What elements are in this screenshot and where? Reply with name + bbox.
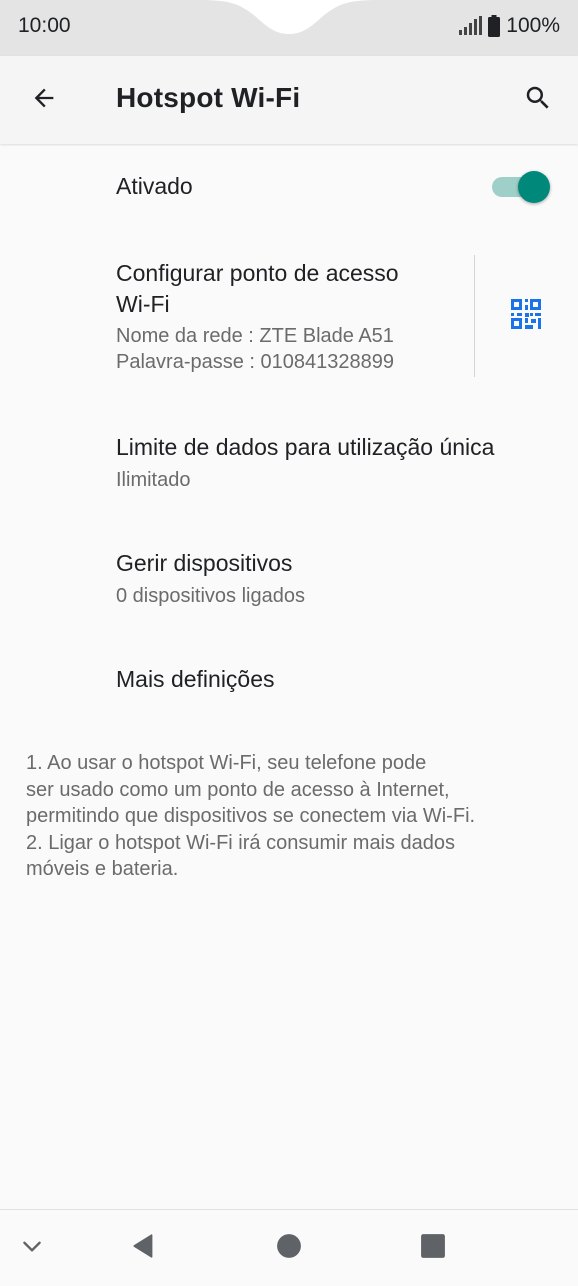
- configure-hotspot-title-line2: Wi-Fi: [116, 291, 170, 317]
- manage-devices-title: Gerir dispositivos: [116, 550, 293, 576]
- camera-notch: [200, 0, 378, 34]
- signal-icon: [458, 16, 483, 36]
- nav-back-button[interactable]: [122, 1226, 166, 1270]
- data-limit-row[interactable]: Limite de dados para utilização única Il…: [0, 412, 578, 506]
- connected-devices-count: 0 dispositivos ligados: [116, 585, 305, 607]
- battery-icon: [488, 15, 501, 37]
- battery-percentage: 100%: [506, 14, 560, 37]
- footnote-line: 2. Ligar o hotspot Wi-Fi irá consumir ma…: [26, 831, 456, 854]
- nav-recents-button[interactable]: [411, 1226, 455, 1270]
- footnote-line: permitindo que dispositivos se conectem …: [26, 805, 476, 827]
- home-circle-icon: [276, 1233, 302, 1264]
- hide-keyboard-button[interactable]: [10, 1226, 54, 1270]
- vertical-divider: [474, 255, 475, 377]
- more-settings-row[interactable]: Mais definições: [0, 644, 578, 718]
- footnote-line: móveis e bateria.: [26, 858, 179, 880]
- back-button[interactable]: [22, 78, 66, 122]
- network-password: Palavra-passe : 010841328899: [116, 351, 394, 373]
- status-indicators: 100%: [458, 14, 560, 38]
- back-triangle-icon: [131, 1233, 157, 1264]
- network-name: Nome da rede : ZTE Blade A51: [116, 325, 394, 347]
- status-time: 10:00: [18, 14, 71, 37]
- footnote-line: ser usado como um ponto de acesso à Inte…: [26, 778, 450, 801]
- nav-home-button[interactable]: [267, 1226, 311, 1270]
- toggle-thumb: [518, 171, 550, 203]
- hotspot-toggle[interactable]: [492, 171, 550, 203]
- search-icon: [523, 83, 553, 118]
- app-bar: Hotspot Wi-Fi: [0, 56, 578, 144]
- share-qr-button[interactable]: [504, 296, 548, 336]
- hotspot-enabled-label: Ativado: [116, 173, 193, 199]
- hotspot-settings-screen: 10:00 100% Hotspot Wi-Fi Ativado Configu…: [0, 0, 578, 1286]
- more-settings-title: Mais definições: [116, 666, 275, 692]
- manage-devices-row[interactable]: Gerir dispositivos 0 dispositivos ligado…: [0, 528, 578, 622]
- recents-square-icon: [420, 1233, 446, 1264]
- chevron-down-icon: [19, 1233, 45, 1264]
- qr-code-icon: [511, 298, 541, 334]
- page-title: Hotspot Wi-Fi: [116, 82, 301, 113]
- navigation-bar: [0, 1209, 578, 1286]
- data-limit-title: Limite de dados para utilização única: [116, 434, 495, 460]
- configure-hotspot-row[interactable]: Configurar ponto de acesso Wi-Fi Nome da…: [0, 244, 474, 388]
- configure-hotspot-title-line1: Configurar ponto de acesso: [116, 260, 399, 286]
- footnote-line: 1. Ao usar o hotspot Wi-Fi, seu telefone…: [26, 752, 427, 774]
- search-button[interactable]: [516, 78, 560, 122]
- hotspot-footnote: 1. Ao usar o hotspot Wi-Fi, seu telefone…: [26, 750, 556, 883]
- data-limit-value: Ilimitado: [116, 469, 191, 491]
- status-bar: 10:00 100%: [0, 0, 578, 56]
- back-arrow-icon: [30, 84, 58, 117]
